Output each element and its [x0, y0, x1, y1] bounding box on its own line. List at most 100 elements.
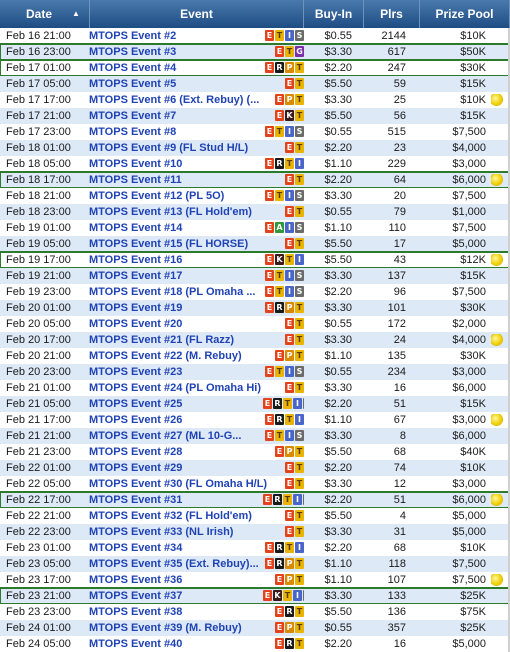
table-row[interactable]: Feb 17 21:00 MTOPS Event #7 E K T $5.50 56 $15K	[0, 108, 510, 124]
row-players: 137	[387, 270, 406, 282]
row-game-icons: ETIS	[262, 124, 304, 140]
event-column-header[interactable]: Event	[90, 0, 304, 28]
table-row[interactable]: Feb 21 05:00 MTOPS Event #25 ERTIS $2.20 51 $…	[0, 396, 510, 412]
table-row[interactable]: Feb 20 17:00 MTOPS Event #21 (FL Razz) E T $…	[0, 332, 510, 348]
table-row[interactable]: Feb 19 17:00 MTOPS Event #16 E K T I $5.50 43 $1…	[0, 251, 510, 269]
star-icon	[491, 94, 502, 105]
table-row[interactable]: Feb 19 21:00 MTOPS Event #17 E T I S $3.30 137 $…	[0, 268, 510, 284]
table-row[interactable]: Feb 17 17:00 MTOPS Event #6 (Ext. Rebuy) …	[0, 92, 510, 108]
row-buyin: $5.50	[324, 78, 352, 90]
table-header: Date ▲ Event Buy-In Plrs Prize Pool	[0, 0, 510, 28]
event-type-icon: E	[265, 222, 274, 233]
table-row[interactable]: Feb 16 21:00 MTOPS Event #2 E T I S $0.55 2144 $…	[0, 28, 510, 44]
row-prize-pool: $40K	[460, 446, 486, 458]
row-date: Feb 18 01:00	[6, 142, 71, 154]
table-row[interactable]: Feb 22 17:00 MTOPS Event #31 ERTIS $2.20 51 $…	[0, 491, 510, 509]
table-row[interactable]: Feb 21 17:00 MTOPS Event #26 E R T I $1.10 67 $3…	[0, 412, 510, 428]
speed-icon: S	[295, 366, 304, 377]
row-players: 43	[393, 254, 406, 266]
table-row[interactable]: Feb 24 05:00 MTOPS Event #40 E R T $2.20 16 $5,…	[0, 636, 510, 652]
row-date: Feb 20 01:00	[6, 302, 71, 314]
row-date: Feb 17 05:00	[6, 78, 71, 90]
table-row[interactable]: Feb 17 01:00 MTOPS Event #4 E R P T $2.20 247 $3…	[0, 59, 510, 77]
row-game-icons: ET	[262, 172, 304, 188]
row-players: 74	[393, 462, 406, 474]
info-icon: I	[285, 30, 294, 41]
featured-star-icon	[491, 334, 503, 346]
row-date: Feb 23 23:00	[6, 606, 71, 618]
table-row[interactable]: Feb 20 05:00 MTOPS Event #20 E T $0.55 172 $2,…	[0, 316, 510, 332]
speed-icon: S	[295, 286, 304, 297]
speed-icon: S	[295, 430, 304, 441]
row-players: 16	[393, 382, 406, 394]
prize-pool-column-header[interactable]: Prize Pool	[420, 0, 510, 28]
row-date: Feb 22 21:00	[6, 510, 71, 522]
tournament-icon: T	[295, 622, 304, 633]
table-row[interactable]: Feb 23 23:00 MTOPS Event #38 E R T $5.50 136 $7…	[0, 604, 510, 620]
table-row[interactable]: Feb 20 21:00 MTOPS Event #22 (M. Rebuy) E P…	[0, 348, 510, 364]
table-row[interactable]: Feb 19 05:00 MTOPS Event #15 (FL HORSE) E T…	[0, 236, 510, 252]
tournament-icon: T	[295, 302, 304, 313]
table-row[interactable]: Feb 19 23:00 MTOPS Event #18 (PL Omaha ..…	[0, 284, 510, 300]
table-row[interactable]: Feb 23 05:00 MTOPS Event #35 (Ext. Rebuy)…	[0, 556, 510, 572]
table-row[interactable]: Feb 18 23:00 MTOPS Event #13 (FL Hold'em)…	[0, 204, 510, 220]
table-row[interactable]: Feb 17 23:00 MTOPS Event #8 E T I S $0.55 515 $7…	[0, 124, 510, 140]
table-row[interactable]: Feb 18 17:00 MTOPS Event #11 E T $2.20 64 $6,0…	[0, 171, 510, 189]
row-prize-pool: $25K	[460, 622, 486, 634]
row-buyin: $3.30	[324, 270, 352, 282]
event-type-icon: E	[285, 142, 294, 153]
table-row[interactable]: Feb 18 01:00 MTOPS Event #9 (FL Stud H/L)…	[0, 140, 510, 156]
row-date: Feb 16 21:00	[6, 30, 71, 42]
date-column-header[interactable]: Date ▲	[0, 0, 90, 28]
row-game-icons: ET	[262, 476, 304, 492]
table-row[interactable]: Feb 21 01:00 MTOPS Event #24 (PL Omaha Hi…	[0, 380, 510, 396]
table-row[interactable]: Feb 20 01:00 MTOPS Event #19 E R P T $3.30 101 $…	[0, 300, 510, 316]
table-row[interactable]: Feb 22 23:00 MTOPS Event #33 (NL Irish) E T…	[0, 524, 510, 540]
addon-icon: P	[285, 574, 294, 585]
table-row[interactable]: Feb 23 17:00 MTOPS Event #36 E P T $1.10 107 $7…	[0, 572, 510, 588]
row-event-name: MTOPS Event #3	[89, 46, 177, 58]
row-date: Feb 18 21:00	[6, 190, 71, 202]
row-buyin: $3.30	[324, 382, 352, 394]
table-row[interactable]: Feb 24 01:00 MTOPS Event #39 (M. Rebuy) E P…	[0, 620, 510, 636]
info-icon: I	[293, 398, 302, 409]
table-row[interactable]: Feb 22 21:00 MTOPS Event #32 (FL Hold'em)…	[0, 508, 510, 524]
row-buyin: $1.10	[324, 158, 352, 170]
row-event-name: MTOPS Event #18 (PL Omaha ...	[89, 286, 256, 298]
row-game-icons: ERPT	[262, 60, 304, 76]
table-row[interactable]: Feb 16 23:00 MTOPS Event #3 E T G $3.30 617 $50…	[0, 43, 510, 61]
event-type-icon: E	[265, 158, 274, 169]
row-event-name: MTOPS Event #27 (ML 10-G...	[89, 430, 242, 442]
table-row[interactable]: Feb 23 21:00 MTOPS Event #37 EKTIS $3.30 133…	[0, 587, 510, 605]
row-prize-pool: $4,000	[452, 334, 486, 346]
players-column-header[interactable]: Plrs	[364, 0, 420, 28]
buyin-column-header[interactable]: Buy-In	[304, 0, 364, 28]
row-buyin: $5.50	[324, 254, 352, 266]
event-type-icon: E	[265, 302, 274, 313]
row-buyin: $2.20	[324, 494, 352, 506]
table-row[interactable]: Feb 23 01:00 MTOPS Event #34 E R T I $2.20 68 $1…	[0, 540, 510, 556]
row-players: 56	[393, 110, 406, 122]
row-players: 24	[393, 334, 406, 346]
event-type-icon: E	[285, 318, 294, 329]
row-buyin: $1.10	[324, 558, 352, 570]
star-icon	[491, 174, 502, 185]
row-game-icons: ERTIS	[262, 492, 304, 508]
row-event-name: MTOPS Event #32 (FL Hold'em)	[89, 510, 252, 522]
row-buyin: $2.20	[324, 62, 352, 74]
table-row[interactable]: Feb 22 01:00 MTOPS Event #29 E T $2.20 74 $10K	[0, 460, 510, 476]
table-row[interactable]: Feb 21 23:00 MTOPS Event #28 E P T $5.50 68 $40…	[0, 444, 510, 460]
table-row[interactable]: Feb 18 05:00 MTOPS Event #10 E R T I $1.10 229 $…	[0, 156, 510, 172]
addon-icon: P	[285, 350, 294, 361]
table-row[interactable]: Feb 20 23:00 MTOPS Event #23 E T I S $0.55 234 $…	[0, 364, 510, 380]
table-row[interactable]: Feb 18 21:00 MTOPS Event #12 (PL 5O) E T I S $…	[0, 188, 510, 204]
tournament-list: Feb 16 21:00 MTOPS Event #2 E T I S $0.55 2144 $…	[0, 28, 510, 652]
table-row[interactable]: Feb 22 05:00 MTOPS Event #30 (FL Omaha H/…	[0, 476, 510, 492]
table-row[interactable]: Feb 17 05:00 MTOPS Event #5 E T $5.50 59 $15K	[0, 76, 510, 92]
table-row[interactable]: Feb 21 21:00 MTOPS Event #27 (ML 10-G... E…	[0, 428, 510, 444]
featured-star-icon	[491, 254, 503, 266]
event-type-icon: E	[265, 286, 274, 297]
tournament-icon: T	[295, 526, 304, 537]
table-row[interactable]: Feb 19 01:00 MTOPS Event #14 E A I S $1.10 110 $…	[0, 220, 510, 236]
row-game-icons: ETIS	[262, 188, 304, 204]
